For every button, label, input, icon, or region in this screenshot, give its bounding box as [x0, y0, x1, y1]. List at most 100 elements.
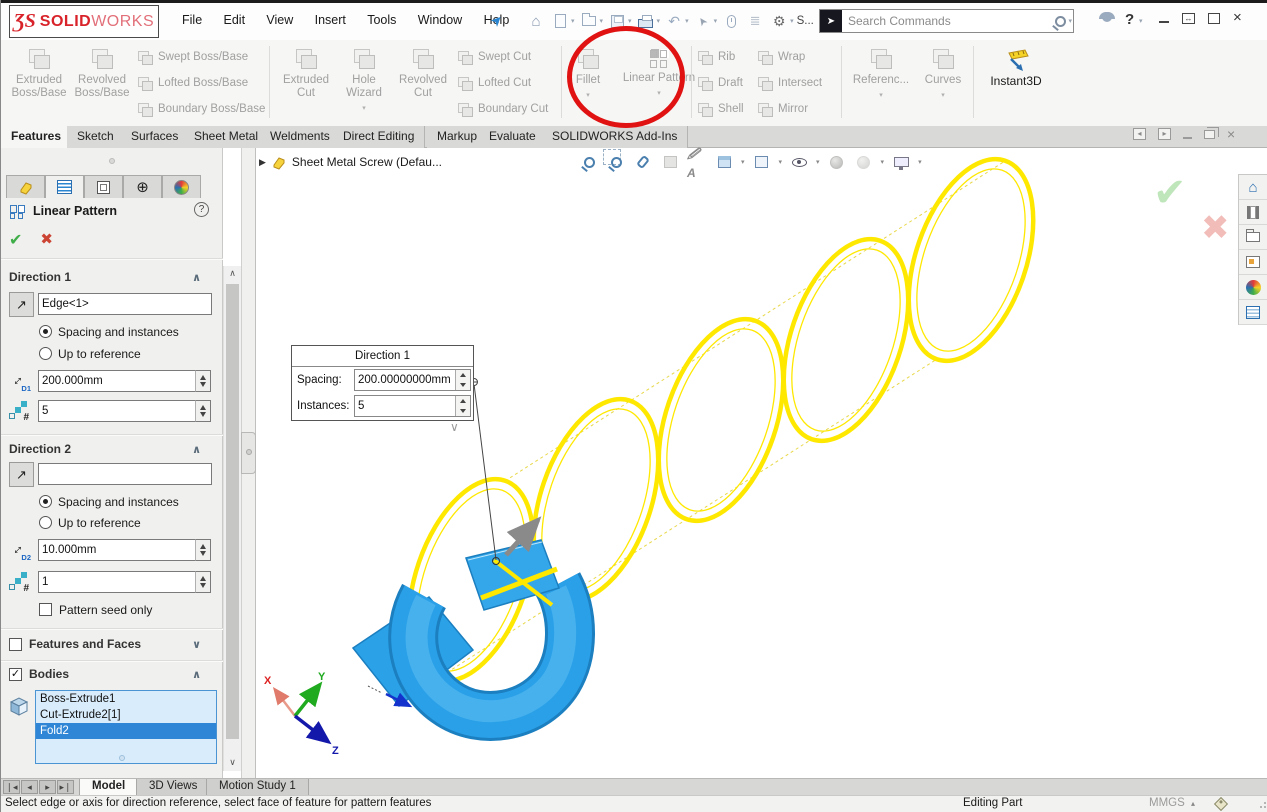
extruded-boss-button[interactable]: Extruded Boss/Base — [9, 44, 69, 122]
callout-instances-value[interactable]: 5 — [355, 400, 455, 412]
zoom-to-fit-icon[interactable] — [579, 152, 599, 172]
rib-button[interactable]: Rib — [697, 44, 753, 70]
prev-tab-icon[interactable]: ◂ — [21, 780, 38, 794]
tab-sketch[interactable]: Sketch — [67, 126, 125, 148]
doc-minimize-icon[interactable] — [1183, 137, 1192, 139]
instant3d-button[interactable]: Instant3D — [979, 44, 1053, 122]
hide-show-items-icon[interactable] — [789, 152, 809, 172]
body-item[interactable]: Boss-Extrude1 — [36, 691, 216, 707]
lofted-cut-button[interactable]: Lofted Cut — [457, 70, 557, 96]
pm-cancel-button[interactable]: ✖ — [40, 230, 53, 250]
direction1-up-to-reference-radio[interactable] — [39, 347, 52, 360]
hole-wizard-button[interactable]: Hole Wizard ▾ — [339, 44, 389, 122]
tab-features[interactable]: Features — [1, 126, 72, 148]
collapse-right-pane-icon[interactable]: ▸ — [1158, 128, 1171, 140]
curves-button[interactable]: Curves ▾ — [917, 44, 969, 122]
new-dropdown-icon[interactable]: ▾ — [571, 17, 575, 25]
search-scope-icon[interactable]: ➤ — [820, 10, 842, 32]
tab-featuremanager-tree[interactable] — [6, 175, 45, 198]
open-icon[interactable] — [578, 10, 600, 32]
direction1-collapse-icon[interactable]: ∧ — [192, 271, 201, 284]
options-gear-icon[interactable]: ⚙ — [768, 10, 790, 32]
tab-motion-study[interactable]: Motion Study 1 — [206, 779, 309, 795]
menu-edit[interactable]: Edit — [215, 3, 255, 37]
annotation-views-icon[interactable]: 🖉A — [687, 152, 707, 172]
lofted-boss-button[interactable]: Lofted Boss/Base — [137, 70, 265, 96]
tab-configurationmanager[interactable] — [84, 175, 123, 198]
minimize-icon[interactable] — [1159, 21, 1169, 23]
view-orientation-dropdown-icon[interactable]: ▾ — [741, 158, 745, 166]
tab-weldments[interactable]: Weldments — [260, 126, 341, 148]
section-view-icon[interactable] — [660, 152, 680, 172]
seed-body-fold2[interactable] — [353, 540, 570, 716]
wrap-button[interactable]: Wrap — [757, 44, 837, 70]
home-icon[interactable]: ⌂ — [525, 10, 547, 32]
display-list-icon[interactable]: ≣ — [744, 10, 766, 32]
display-style-dropdown-icon[interactable]: ▾ — [779, 158, 783, 166]
view-orientation-icon[interactable] — [714, 152, 734, 172]
hole-wizard-dropdown-icon[interactable]: ▾ — [362, 102, 366, 115]
direction1-header[interactable]: Direction 1 ∧ — [9, 270, 215, 290]
home-tab-icon[interactable]: ⌂ — [1239, 175, 1267, 200]
direction2-spacing-instances-radio[interactable] — [39, 495, 52, 508]
view-settings-dropdown-icon[interactable]: ▾ — [918, 158, 922, 166]
close-icon[interactable]: × — [1233, 12, 1242, 24]
scroll-up-icon[interactable]: ∧ — [224, 266, 241, 282]
features-faces-expand-icon[interactable]: ∨ — [192, 638, 201, 651]
maximize-icon[interactable] — [1208, 13, 1220, 24]
tags-icon[interactable] — [1214, 797, 1228, 811]
select-cursor-icon[interactable]: ➤ — [692, 10, 714, 32]
undo-icon[interactable]: ↶ — [663, 10, 685, 32]
last-tab-icon[interactable]: ▸❘ — [57, 780, 74, 794]
direction2-header[interactable]: Direction 2 ∧ — [9, 442, 215, 462]
search-icon[interactable] — [1055, 16, 1066, 27]
intersect-button[interactable]: Intersect — [757, 70, 837, 96]
menu-view[interactable]: View — [257, 3, 302, 37]
user-account-icon[interactable] — [1099, 11, 1115, 27]
search-input[interactable] — [842, 14, 1055, 28]
tab-dimxpertmanager[interactable]: ⊕ — [123, 175, 162, 198]
scroll-thumb[interactable] — [226, 284, 239, 739]
save-dropdown-icon[interactable]: ▾ — [628, 17, 632, 25]
bodies-listbox[interactable]: Boss-Extrude1 Cut-Extrude2[1] Fold2 — [35, 690, 217, 764]
mirror-button[interactable]: Mirror — [757, 96, 837, 122]
confirm-ok-icon[interactable]: ✔ — [1153, 170, 1187, 216]
units-dropdown-icon[interactable]: ▴ — [1191, 799, 1195, 808]
pm-ok-button[interactable]: ✔ — [9, 230, 22, 250]
direction2-spacing-spinner[interactable] — [195, 539, 211, 561]
callout-collapse-icon[interactable]: ∨ — [450, 420, 459, 434]
tab-direct-editing[interactable]: Direct Editing — [333, 126, 425, 148]
display-style-icon[interactable] — [752, 152, 772, 172]
panel-resize-dot[interactable] — [109, 158, 115, 164]
tab-surfaces[interactable]: Surfaces — [121, 126, 189, 148]
direction2-instances-field[interactable] — [38, 571, 196, 593]
tab-sheet-metal[interactable]: Sheet Metal — [184, 126, 269, 148]
direction1-spacing-spinner[interactable] — [195, 370, 211, 392]
swept-boss-button[interactable]: Swept Boss/Base — [137, 44, 265, 70]
list-resize-dot[interactable] — [119, 755, 125, 761]
open-dropdown-icon[interactable]: ▾ — [600, 17, 604, 25]
view-settings-icon[interactable] — [891, 152, 911, 172]
mouse-gestures-icon[interactable] — [720, 10, 742, 32]
direction2-instances-spinner[interactable] — [195, 571, 211, 593]
confirm-cancel-icon[interactable]: ✖ — [1201, 208, 1230, 248]
swept-cut-button[interactable]: Swept Cut — [457, 44, 557, 70]
callout-spacing-spinner[interactable] — [455, 370, 470, 390]
direction2-up-to-reference-radio[interactable] — [39, 516, 52, 529]
callout-instances-spinner[interactable] — [455, 396, 470, 416]
curves-dropdown-icon[interactable]: ▾ — [941, 89, 945, 102]
bodies-checkbox[interactable]: ✓ — [9, 668, 22, 681]
file-explorer-icon[interactable] — [1239, 225, 1267, 250]
direction2-collapse-icon[interactable]: ∧ — [192, 443, 201, 456]
tab-solidworks-addins[interactable]: SOLIDWORKS Add-Ins — [542, 126, 688, 148]
appearances-scenes-icon[interactable] — [1239, 275, 1267, 300]
tab-evaluate[interactable]: Evaluate — [479, 126, 547, 148]
shell-button[interactable]: Shell — [697, 96, 753, 122]
revolved-boss-button[interactable]: Revolved Boss/Base — [71, 44, 133, 122]
doc-restore-icon[interactable] — [1204, 130, 1215, 139]
custom-properties-icon[interactable] — [1239, 300, 1267, 325]
direction1-reference-field[interactable] — [38, 293, 212, 315]
boundary-boss-button[interactable]: Boundary Boss/Base — [137, 96, 265, 122]
pattern-seed-only-checkbox[interactable] — [39, 603, 52, 616]
tab-displaymanager[interactable] — [162, 175, 201, 198]
